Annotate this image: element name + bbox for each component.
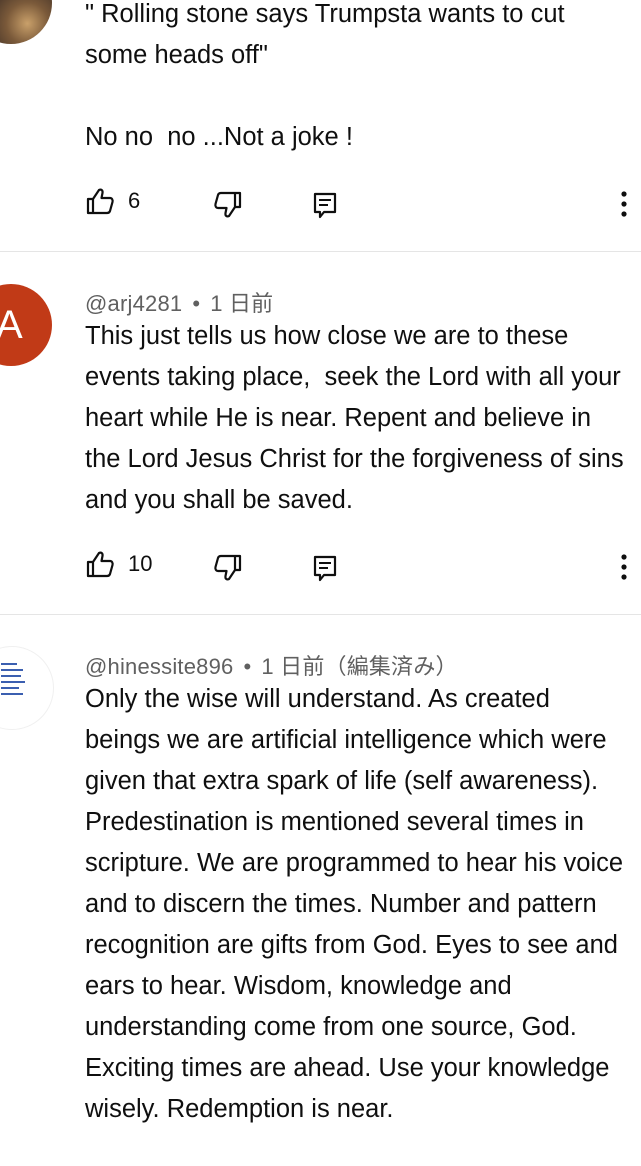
thumb-down-icon[interactable] bbox=[213, 553, 243, 583]
more-vert-icon[interactable] bbox=[614, 552, 634, 582]
comment-time: 1 日前 bbox=[210, 291, 274, 316]
comment-actions: 10 bbox=[0, 549, 641, 589]
comment-text: " Rolling stone says Trumpsta wants to c… bbox=[85, 0, 565, 151]
comment-time: 1 日前（編集済み） bbox=[261, 654, 458, 679]
reply-icon[interactable] bbox=[310, 190, 340, 220]
thumb-down-icon[interactable] bbox=[213, 190, 243, 220]
like-count: 10 bbox=[128, 551, 153, 576]
comment-meta: @hinessite896 • 1 日前（編集済み） bbox=[85, 649, 458, 681]
comment-text: Only the wise will understand. As create… bbox=[85, 685, 631, 1123]
meta-separator: • bbox=[192, 291, 201, 316]
thumb-up-icon[interactable] bbox=[85, 549, 115, 579]
comment-text: This just tells us how close we are to t… bbox=[85, 322, 631, 514]
avatar[interactable]: A bbox=[0, 284, 52, 366]
avatar[interactable] bbox=[0, 0, 52, 44]
avatar-document-image bbox=[1, 663, 25, 695]
comment-meta: @arj4281 • 1 日前 bbox=[85, 286, 273, 318]
author-handle[interactable]: @arj4281 bbox=[85, 291, 182, 316]
like-count: 6 bbox=[128, 188, 141, 213]
divider bbox=[0, 614, 641, 615]
avatar[interactable] bbox=[0, 646, 54, 730]
comment-actions: 6 bbox=[0, 186, 641, 226]
meta-separator: • bbox=[243, 654, 252, 679]
author-handle[interactable]: @hinessite896 bbox=[85, 654, 233, 679]
more-vert-icon[interactable] bbox=[614, 189, 634, 219]
divider bbox=[0, 251, 641, 252]
thumb-up-icon[interactable] bbox=[85, 186, 115, 216]
reply-icon[interactable] bbox=[310, 553, 340, 583]
